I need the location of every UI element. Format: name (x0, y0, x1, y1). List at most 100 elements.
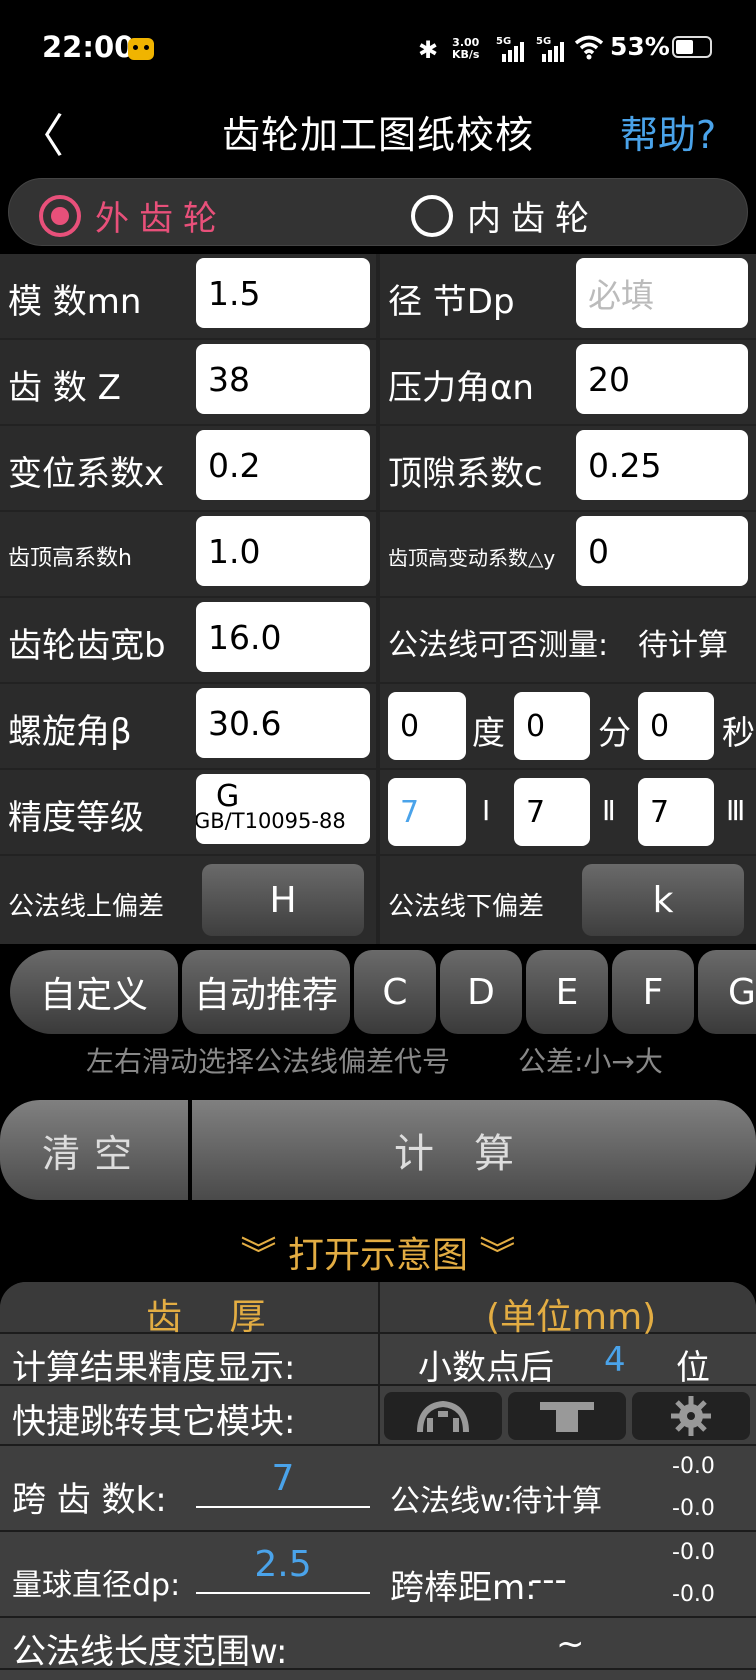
degree-unit: 度 (472, 713, 505, 752)
module-jump-spline[interactable] (384, 1392, 502, 1440)
standard-selector[interactable]: G GB/T10095-88 (196, 774, 370, 844)
upper-deviation-button[interactable]: H (202, 864, 364, 936)
battery-percent: 53% (610, 32, 670, 61)
results-panel: 齿 厚 (单位mm) 计算结果精度显示: 小数点后 4 位 快捷跳转其它模块: … (0, 1282, 756, 1680)
m-range-label: 跨棒距长度范围m: (12, 1670, 295, 1680)
pressure-angle-label: 压力角αn (388, 368, 534, 408)
grade2-unit: Ⅱ (602, 794, 616, 827)
base-tangent-value: 待计算 (512, 1484, 602, 1519)
shift-label: 变位系数x (8, 454, 165, 494)
gear-icon (671, 1396, 711, 1436)
battery-icon (672, 36, 712, 58)
radio-external-gear[interactable]: 外齿轮 (39, 191, 227, 240)
grade3-input[interactable]: 7 (638, 778, 714, 846)
open-diagram-toggle[interactable]: ︾ 打开示意图 ︾ (0, 1226, 756, 1278)
rack-icon (540, 1402, 594, 1432)
signal-icon-2: 5G (536, 36, 568, 62)
precision-display-label: 计算结果精度显示: (12, 1348, 296, 1388)
col-unit: (单位mm) (486, 1297, 657, 1338)
radio-external-label: 外齿轮 (95, 199, 227, 239)
input-form: 模 数mn 1.5 径 节Dp 必填 齿 数 Z 38 压力角αn 20 变位系… (0, 254, 756, 944)
picker-item-g[interactable]: G (698, 950, 756, 1034)
radio-selected-icon (39, 194, 81, 237)
col-tooth-thickness: 齿 厚 (146, 1297, 284, 1338)
module-jump-gear[interactable] (632, 1392, 750, 1440)
diametral-pitch-label: 径 节Dp (388, 282, 515, 322)
picker-item-c[interactable]: C (354, 950, 436, 1034)
gear-type-selector: 外齿轮 内齿轮 (8, 178, 748, 246)
ball-diameter-input[interactable]: 2.5 (196, 1544, 370, 1594)
lower-deviation-label: 公法线下偏差 (388, 892, 545, 922)
teeth-input[interactable]: 38 (196, 344, 370, 414)
clearance-input[interactable]: 0.25 (576, 430, 748, 500)
second-input[interactable]: 0 (638, 692, 714, 760)
teeth-label: 齿 数 Z (8, 368, 121, 408)
module-jump-rack[interactable] (508, 1392, 626, 1440)
measurable-label: 公法线可否测量: (388, 628, 609, 663)
calculate-button[interactable]: 计算 (192, 1100, 756, 1200)
app-root: 22:00 ✱ 3.00 KB/s 5G 5G 53% 〈 齿轮加工图纸校核 帮… (0, 0, 756, 1680)
status-bar: 22:00 ✱ 3.00 KB/s 5G 5G 53% (0, 0, 756, 100)
network-speed: 3.00 KB/s (452, 37, 479, 61)
precision-prefix: 小数点后 (418, 1348, 554, 1388)
lower-deviation-button[interactable]: k (582, 864, 744, 936)
precision-grade-label: 精度等级 (8, 798, 144, 838)
grade3-unit: Ⅲ (726, 794, 746, 827)
precision-digits[interactable]: 4 (604, 1340, 626, 1380)
standard-top: G (216, 779, 240, 814)
face-width-input[interactable]: 16.0 (196, 602, 370, 672)
game-controller-icon (128, 38, 154, 60)
ball-diameter-label: 量球直径dp: (12, 1568, 181, 1603)
module-label: 模 数mn (8, 282, 142, 322)
wifi-icon (574, 35, 604, 60)
signal-type: 5G (496, 36, 512, 47)
picker-hint: 左右滑动选择公法线偏差代号 (86, 1045, 451, 1078)
helix-angle-input[interactable]: 30.6 (196, 688, 370, 758)
wn-range-label: 公法线长度范围w: (12, 1632, 288, 1672)
grade1-unit: Ⅰ (482, 794, 491, 827)
signal-icon: 5G (496, 36, 528, 62)
degree-input[interactable]: 0 (388, 692, 466, 760)
picker-item-auto[interactable]: 自动推荐 (182, 950, 350, 1034)
over-pins-value: --- (530, 1560, 567, 1600)
diametral-pitch-input[interactable]: 必填 (576, 258, 748, 328)
radio-unselected-icon (411, 194, 453, 237)
base-tangent-label: 公法线w: (390, 1484, 514, 1519)
shift-input[interactable]: 0.2 (196, 430, 370, 500)
bluetooth-icon: ✱ (418, 36, 439, 64)
m-upper-deviation: -0.0 (672, 1540, 715, 1565)
wn-upper-deviation: -0.0 (672, 1454, 715, 1479)
picker-item-f[interactable]: F (612, 950, 694, 1034)
span-teeth-label: 跨 齿 数k: (12, 1480, 167, 1520)
help-button[interactable]: 帮助? (620, 104, 716, 159)
picker-item-e[interactable]: E (526, 950, 608, 1034)
deviation-code-picker[interactable]: 自定义 自动推荐 C D E F G (10, 950, 756, 1034)
picker-item-custom[interactable]: 自定义 (10, 950, 178, 1034)
addendum-change-label: 齿顶高变动系数△y (388, 546, 556, 570)
addendum-input[interactable]: 1.0 (196, 516, 370, 586)
clear-button[interactable]: 清空 (0, 1100, 188, 1200)
picker-item-d[interactable]: D (440, 950, 522, 1034)
standard-value: GB/T10095-88 (196, 809, 346, 833)
helix-angle-label: 螺旋角β (8, 712, 132, 752)
net-speed-unit: KB/s (452, 48, 480, 61)
tolerance-hint: 公差:小→大 (518, 1045, 663, 1078)
measurable-status: 待计算 (638, 628, 728, 663)
radio-internal-gear[interactable]: 内齿轮 (411, 191, 599, 240)
span-teeth-input[interactable]: 7 (196, 1458, 370, 1508)
second-unit: 秒 (722, 713, 755, 752)
clearance-label: 顶隙系数c (388, 454, 543, 494)
grade2-input[interactable]: 7 (514, 778, 590, 846)
addendum-change-input[interactable]: 0 (576, 516, 748, 586)
minute-unit: 分 (598, 713, 631, 752)
face-width-label: 齿轮齿宽b (8, 626, 166, 666)
radio-internal-label: 内齿轮 (467, 199, 599, 239)
jump-label: 快捷跳转其它模块: (12, 1402, 296, 1442)
minute-input[interactable]: 0 (514, 692, 590, 760)
grade1-input[interactable]: 7 (388, 778, 466, 846)
precision-suffix: 位 (676, 1348, 710, 1388)
addendum-label: 齿顶高系数h (8, 546, 132, 571)
pressure-angle-input[interactable]: 20 (576, 344, 748, 414)
spline-gear-icon (417, 1400, 469, 1433)
module-input[interactable]: 1.5 (196, 258, 370, 328)
